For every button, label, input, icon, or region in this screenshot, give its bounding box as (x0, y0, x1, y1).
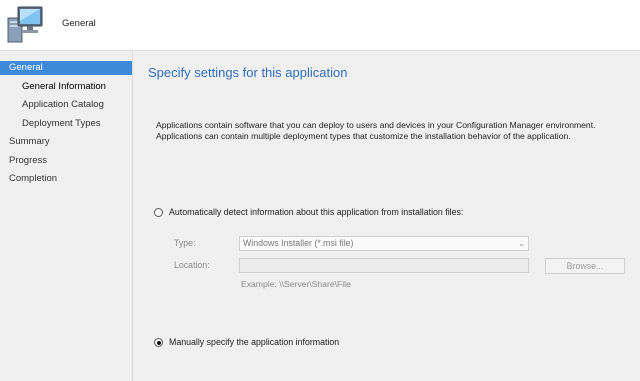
header-title: General (62, 18, 96, 29)
nav-item-progress[interactable]: Progress (0, 154, 132, 168)
manual-radio[interactable] (154, 338, 163, 347)
chevron-down-icon: ⌄ (518, 239, 525, 248)
location-input[interactable] (239, 258, 529, 273)
type-select[interactable]: Windows Installer (*.msi file) ⌄ (239, 236, 529, 251)
nav-item-application-catalog[interactable]: Application Catalog (0, 98, 132, 112)
nav-item-summary[interactable]: Summary (0, 135, 132, 149)
wizard-nav: General General Information Application … (0, 52, 133, 381)
nav-item-deployment-types[interactable]: Deployment Types (0, 117, 132, 131)
intro-line-1: Applications contain software that you c… (156, 120, 596, 130)
type-select-value: Windows Installer (*.msi file) (243, 238, 354, 248)
page-title: Specify settings for this application (148, 65, 348, 80)
manual-label[interactable]: Manually specify the application informa… (169, 337, 339, 347)
location-example: Example: \\Server\Share\File (241, 279, 351, 289)
location-label: Location: (174, 260, 210, 270)
auto-detect-radio[interactable] (154, 208, 163, 217)
nav-item-general-information[interactable]: General Information (0, 80, 132, 94)
type-label: Type: (174, 238, 196, 248)
intro-line-2: Applications can contain multiple deploy… (156, 131, 571, 141)
nav-item-general[interactable]: General (0, 61, 132, 75)
intro-text: Applications contain software that you c… (156, 120, 626, 142)
computer-monitor-icon (7, 6, 43, 43)
wizard-header: General (0, 0, 640, 51)
auto-detect-label[interactable]: Automatically detect information about t… (169, 207, 463, 217)
wizard-content: Specify settings for this application Ap… (134, 52, 640, 381)
browse-button[interactable]: Browse... (545, 258, 625, 274)
nav-item-completion[interactable]: Completion (0, 172, 132, 186)
